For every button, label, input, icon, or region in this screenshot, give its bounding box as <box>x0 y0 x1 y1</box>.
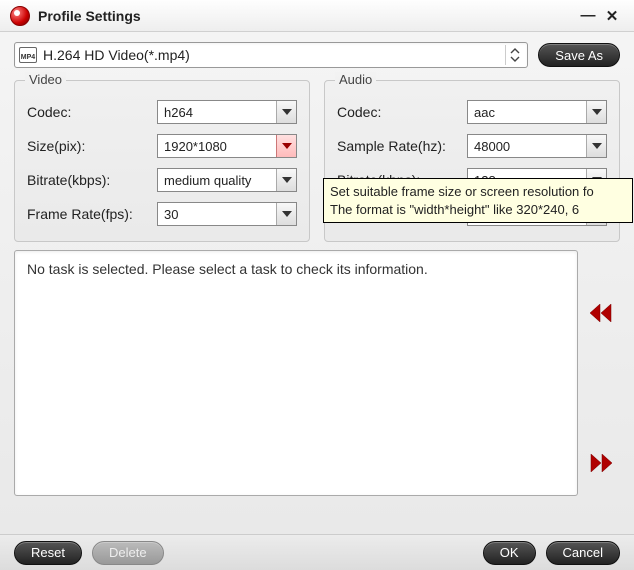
chevron-updown-icon <box>505 45 523 65</box>
task-info-text: No task is selected. Please select a tas… <box>27 261 428 277</box>
video-codec-select[interactable]: h264 <box>157 100 297 124</box>
task-info-panel: No task is selected. Please select a tas… <box>14 250 578 496</box>
chevron-down-icon <box>276 101 296 123</box>
video-fps-label: Frame Rate(fps): <box>27 206 157 222</box>
chevron-down-icon <box>586 101 606 123</box>
title-bar: Profile Settings — ✕ <box>0 0 634 32</box>
video-size-value: 1920*1080 <box>158 139 276 154</box>
reset-button[interactable]: Reset <box>14 541 82 565</box>
audio-codec-select[interactable]: aac <box>467 100 607 124</box>
video-fps-select[interactable]: 30 <box>157 202 297 226</box>
delete-button[interactable]: Delete <box>92 541 164 565</box>
close-button[interactable]: ✕ <box>600 6 624 26</box>
chevron-down-icon <box>276 135 296 157</box>
video-group-title: Video <box>25 72 66 87</box>
audio-codec-value: aac <box>468 105 586 120</box>
next-button[interactable] <box>586 450 616 476</box>
ok-button[interactable]: OK <box>483 541 536 565</box>
video-group: Video Codec: h264 Size(pix): 1920*1080 B… <box>14 80 310 242</box>
audio-rate-label: Sample Rate(hz): <box>337 138 467 154</box>
size-tooltip: Set suitable frame size or screen resolu… <box>323 178 633 223</box>
double-left-icon <box>590 304 612 322</box>
app-icon <box>10 6 30 26</box>
video-bitrate-value: medium quality <box>158 173 276 188</box>
profile-select-value: H.264 HD Video(*.mp4) <box>43 47 505 63</box>
cancel-button[interactable]: Cancel <box>546 541 620 565</box>
video-codec-label: Codec: <box>27 104 157 120</box>
video-codec-value: h264 <box>158 105 276 120</box>
footer-bar: Reset Delete OK Cancel <box>0 534 634 570</box>
prev-button[interactable] <box>586 300 616 326</box>
audio-codec-label: Codec: <box>337 104 467 120</box>
audio-rate-value: 48000 <box>468 139 586 154</box>
audio-rate-select[interactable]: 48000 <box>467 134 607 158</box>
audio-group-title: Audio <box>335 72 376 87</box>
video-bitrate-select[interactable]: medium quality <box>157 168 297 192</box>
minimize-button[interactable]: — <box>576 6 600 26</box>
double-right-icon <box>590 454 612 472</box>
chevron-down-icon <box>276 203 296 225</box>
video-size-label: Size(pix): <box>27 138 157 154</box>
chevron-down-icon <box>586 135 606 157</box>
mp4-format-icon: MP4 <box>19 47 37 63</box>
video-fps-value: 30 <box>158 207 276 222</box>
window-title: Profile Settings <box>38 8 576 24</box>
save-as-button[interactable]: Save As <box>538 43 620 67</box>
video-size-select[interactable]: 1920*1080 <box>157 134 297 158</box>
chevron-down-icon <box>276 169 296 191</box>
video-bitrate-label: Bitrate(kbps): <box>27 172 157 188</box>
profile-select[interactable]: MP4 H.264 HD Video(*.mp4) <box>14 42 528 68</box>
